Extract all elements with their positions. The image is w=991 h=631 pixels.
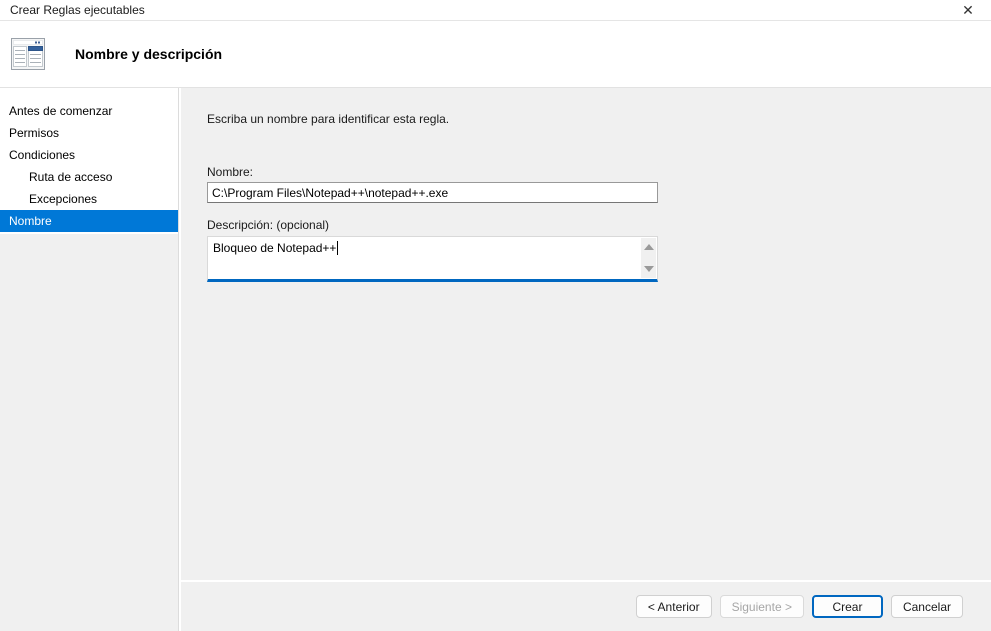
wizard-header: Nombre y descripción [0, 21, 991, 88]
sidebar-item-antes-de-comenzar[interactable]: Antes de comenzar [0, 100, 178, 122]
wizard-nav-list: Antes de comenzar Permisos Condiciones R… [0, 88, 178, 234]
instruction-text: Escriba un nombre para identificar esta … [207, 112, 991, 126]
sidebar-item-excepciones[interactable]: Excepciones [0, 188, 178, 210]
form-content: Escriba un nombre para identificar esta … [181, 88, 991, 580]
description-scrollbar[interactable] [641, 238, 656, 278]
wizard-body: Antes de comenzar Permisos Condiciones R… [0, 88, 991, 631]
sidebar-item-condiciones[interactable]: Condiciones [0, 144, 178, 166]
siguiente-button[interactable]: Siguiente > [720, 595, 804, 618]
wizard-footer: < Anterior Siguiente > Crear Cancelar [181, 580, 991, 631]
sidebar-item-permisos[interactable]: Permisos [0, 122, 178, 144]
anterior-button[interactable]: < Anterior [636, 595, 712, 618]
scroll-down-button[interactable] [641, 262, 656, 276]
wizard-window-icon [8, 34, 48, 74]
wizard-nav-sidebar: Antes de comenzar Permisos Condiciones R… [0, 88, 178, 631]
main-panel: Escriba un nombre para identificar esta … [181, 88, 991, 631]
cancelar-button[interactable]: Cancelar [891, 595, 963, 618]
name-field-label: Nombre: [207, 165, 991, 179]
sidebar-item-ruta-de-acceso[interactable]: Ruta de acceso [0, 166, 178, 188]
description-field-label: Descripción: (opcional) [207, 218, 991, 232]
triangle-up-icon [644, 244, 654, 250]
sidebar-item-nombre[interactable]: Nombre [0, 210, 178, 232]
description-textbox[interactable]: Bloqueo de Notepad++ [207, 236, 658, 282]
window-title: Crear Reglas ejecutables [0, 3, 145, 17]
wizard-dialog: Crear Reglas ejecutables ✕ Nombre y [0, 0, 991, 631]
scroll-up-button[interactable] [641, 240, 656, 254]
text-caret [337, 241, 338, 255]
triangle-down-icon [644, 266, 654, 272]
name-input[interactable] [207, 182, 658, 203]
page-title: Nombre y descripción [75, 46, 222, 62]
description-text: Bloqueo de Notepad++ [213, 241, 338, 255]
crear-button[interactable]: Crear [812, 595, 883, 618]
close-icon[interactable]: ✕ [953, 0, 983, 21]
title-bar: Crear Reglas ejecutables ✕ [0, 0, 991, 21]
